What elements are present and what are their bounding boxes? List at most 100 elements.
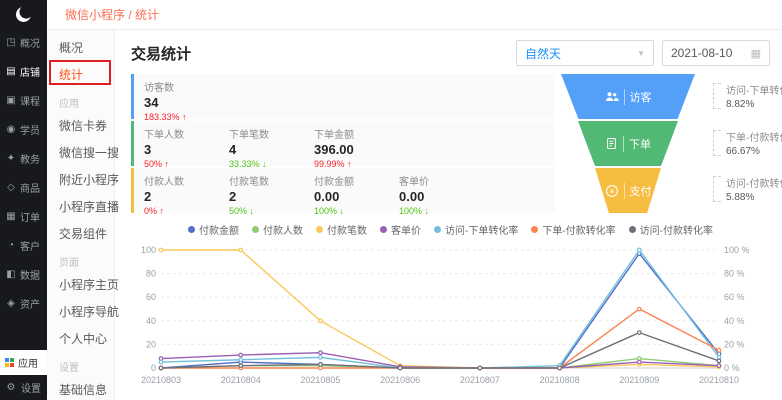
stat-label: 客单价 — [399, 173, 474, 188]
stat-rows: 访客数34183.33% ↑下单人数350% ↑下单笔数433.33% ↓下单金… — [131, 74, 555, 213]
rate-value: 66.67% — [726, 146, 782, 157]
stat-pay-count: 付款笔数250% ↓ — [219, 168, 304, 213]
svg-text:0: 0 — [151, 363, 156, 373]
svg-text:20210807: 20210807 — [460, 375, 500, 385]
period-select-value: 自然天 — [525, 45, 561, 62]
primary-sidebar: ◳概况▤店铺▣课程◉学员✦教务◇商品▦订单◔客户◧数据◈资产 应用 ⚙ 设置 — [0, 0, 47, 400]
date-picker[interactable]: 2021-08-10 ▦ — [662, 40, 770, 66]
subnav-item-miniprogram-nav[interactable]: 小程序导航 — [47, 298, 114, 325]
rail-item-assets[interactable]: ◈资产 — [0, 289, 47, 318]
rail-item-data[interactable]: ◧数据 — [0, 260, 47, 289]
primary-nav: ◳概况▤店铺▣课程◉学员✦教务◇商品▦订单◔客户◧数据◈资产 — [0, 28, 47, 318]
svg-text:40: 40 — [146, 316, 156, 326]
stat-value: 4 — [229, 142, 304, 157]
funnel-label: 访客 — [630, 89, 652, 105]
rail-item-settings[interactable]: ⚙ 设置 — [0, 375, 47, 400]
rail-item-goods[interactable]: ◇商品 — [0, 173, 47, 202]
stat-visitors: 访客数34183.33% ↑ — [134, 74, 219, 119]
legend-item-6[interactable]: 访问-付款转化率 — [629, 222, 713, 237]
order-icon — [605, 137, 618, 150]
svg-text:40 %: 40 % — [724, 316, 745, 326]
logo-icon — [16, 7, 31, 22]
subnav-item-wechat-cards[interactable]: 微信卡券 — [47, 112, 114, 139]
rail-item-course[interactable]: ▣课程 — [0, 86, 47, 115]
subnav-item-miniprogram-home[interactable]: 小程序主页 — [47, 271, 114, 298]
main-content: 交易统计 自然天 ▼ 2021-08-10 ▦ 访客数34183.33% ↑下单… — [115, 30, 782, 400]
stat-label: 访客数 — [144, 79, 219, 94]
subnav-item-wechat-search[interactable]: 微信搜一搜 — [47, 139, 114, 166]
funnel-label: 下单 — [629, 136, 651, 152]
date-picker-value: 2021-08-10 — [671, 46, 732, 60]
stat-label: 付款笔数 — [229, 173, 304, 188]
stat-label: 付款人数 — [144, 173, 219, 188]
page-title: 交易统计 — [131, 43, 191, 64]
legend-label: 付款金额 — [199, 222, 239, 237]
gear-icon: ⚙ — [5, 382, 17, 393]
conversion-rate-2: 访问-付款转化率5.88% — [713, 175, 782, 203]
funnel-label: 支付 — [630, 183, 652, 199]
subnav-item-overview[interactable]: 概况 — [47, 34, 114, 61]
stat-label: 下单人数 — [144, 126, 219, 141]
legend-label: 客单价 — [391, 222, 421, 237]
rail-item-label: 店铺 — [20, 64, 40, 79]
legend-item-4[interactable]: 访问-下单转化率 — [434, 222, 518, 237]
rail-item-label: 资产 — [20, 296, 40, 311]
rail-item-students[interactable]: ◉学员 — [0, 115, 47, 144]
app-logo[interactable] — [0, 0, 47, 28]
subnav-section-apps: 应用 — [47, 88, 114, 112]
course-icon: ▣ — [5, 95, 17, 106]
stat-value: 2 — [144, 189, 219, 204]
rail-item-customers[interactable]: ◔客户 — [0, 231, 47, 260]
secondary-sidebar: 概况统计应用微信卡券微信搜一搜附近小程序小程序直播交易组件页面小程序主页小程序导… — [47, 30, 115, 400]
conversion-rate-1: 下单-付款转化率66.67% — [713, 129, 782, 157]
legend-item-1[interactable]: 付款人数 — [252, 222, 303, 237]
rail-item-shop[interactable]: ▤店铺 — [0, 57, 47, 86]
stat-change: 100% ↓ — [314, 206, 389, 216]
rail-item-orders[interactable]: ▦订单 — [0, 202, 47, 231]
period-select[interactable]: 自然天 ▼ — [516, 40, 654, 66]
rail-item-overview[interactable]: ◳概况 — [0, 28, 47, 57]
funnel-divider — [624, 183, 625, 199]
chart-legend: 付款金额付款人数 付款笔数 客单价访问-下单转化率 下单-付款转化率访问-付款转化率 — [131, 222, 770, 237]
rail-item-apps[interactable]: 应用 — [0, 350, 47, 375]
goods-icon: ◇ — [5, 182, 17, 193]
legend-label: 下单-付款转化率 — [542, 222, 615, 237]
stat-pay-users: 付款人数20% ↑ — [134, 168, 219, 213]
legend-item-2[interactable]: 付款笔数 — [316, 222, 367, 237]
subnav-item-statistics[interactable]: 统计 — [47, 61, 114, 88]
subnav-item-miniprogram-live[interactable]: 小程序直播 — [47, 193, 114, 220]
svg-text:20210805: 20210805 — [300, 375, 340, 385]
trade-stats-section: 访客数34183.33% ↑下单人数350% ↑下单笔数433.33% ↓下单金… — [131, 74, 770, 213]
svg-text:20: 20 — [146, 339, 156, 349]
rate-value: 8.82% — [726, 99, 782, 110]
stat-order-users: 下单人数350% ↑ — [134, 121, 219, 166]
stat-avg-order-value: 客单价0.00100% ↓ — [389, 168, 474, 213]
legend-label: 付款笔数 — [327, 222, 367, 237]
calendar-icon: ▦ — [751, 47, 761, 60]
subnav-item-basic-info[interactable]: 基础信息 — [47, 376, 114, 400]
subnav-item-nearby-miniprogram[interactable]: 附近小程序 — [47, 166, 114, 193]
legend-dot — [380, 226, 387, 233]
legend-item-0[interactable]: 付款金额 — [188, 222, 239, 237]
subnav-item-personal-center[interactable]: 个人中心 — [47, 325, 114, 352]
legend-dot — [316, 226, 323, 233]
subnav-item-trade-component[interactable]: 交易组件 — [47, 220, 114, 247]
svg-text:60: 60 — [146, 292, 156, 302]
legend-item-5[interactable]: 下单-付款转化率 — [531, 222, 615, 237]
conversion-rate-0: 访问-下单转化率8.82% — [713, 82, 782, 110]
line-chart: 00 %2020 %4040 %6060 %8080 %100100 %2021… — [131, 242, 761, 388]
stat-row-1: 下单人数350% ↑下单笔数433.33% ↓下单金额396.0099.99% … — [131, 121, 555, 166]
apps-grid-icon — [5, 358, 14, 367]
rail-item-academic[interactable]: ✦教务 — [0, 144, 47, 173]
legend-dot — [252, 226, 259, 233]
visitors-icon — [605, 90, 619, 104]
rail-item-label: 订单 — [20, 209, 40, 224]
stat-label: 下单笔数 — [229, 126, 304, 141]
stat-value: 0.00 — [314, 189, 389, 204]
academic-icon: ✦ — [5, 153, 17, 164]
funnel-divider — [623, 136, 624, 152]
legend-item-3[interactable]: 客单价 — [380, 222, 421, 237]
rail-item-label: 课程 — [20, 93, 40, 108]
shop-icon: ▤ — [5, 66, 17, 77]
rail-apps-label: 应用 — [18, 355, 38, 370]
